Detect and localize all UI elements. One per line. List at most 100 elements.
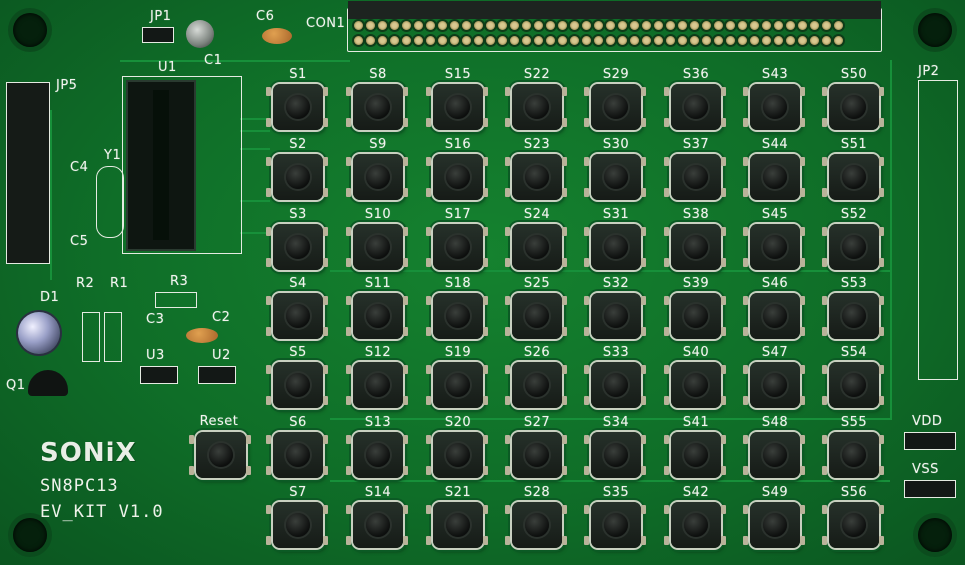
switch-s3[interactable]: S3	[266, 207, 323, 270]
switch-s10[interactable]: S10	[346, 207, 403, 270]
switch-s44[interactable]: S44	[743, 137, 800, 200]
switch-label: S48	[761, 415, 789, 430]
switch-s48[interactable]: S48	[743, 415, 800, 478]
switch-label: S14	[364, 485, 392, 500]
d1-led	[18, 312, 60, 354]
switch-s20[interactable]: S20	[426, 415, 483, 478]
switch-s16[interactable]: S16	[426, 137, 483, 200]
switch-s22[interactable]: S22	[505, 67, 562, 130]
switch-s15[interactable]: S15	[426, 67, 483, 130]
switch-label: S43	[761, 67, 789, 82]
switch-s51[interactable]: S51	[822, 137, 879, 200]
switch-s26[interactable]: S26	[505, 345, 562, 408]
switch-s55[interactable]: S55	[822, 415, 879, 478]
switch-s19[interactable]: S19	[426, 345, 483, 408]
switch-s47[interactable]: S47	[743, 345, 800, 408]
con1-header	[347, 1, 882, 52]
switch-s27[interactable]: S27	[505, 415, 562, 478]
switch-s40[interactable]: S40	[664, 345, 721, 408]
switch-label: S40	[682, 345, 710, 360]
switch-label: S36	[682, 67, 710, 82]
switch-label: S10	[364, 207, 392, 222]
switch-s11[interactable]: S11	[346, 276, 403, 339]
switch-s5[interactable]: S5	[266, 345, 323, 408]
switch-s7[interactable]: S7	[266, 485, 323, 548]
reset-label: Reset	[199, 414, 239, 429]
switch-s35[interactable]: S35	[584, 485, 641, 548]
switch-s42[interactable]: S42	[664, 485, 721, 548]
switch-s33[interactable]: S33	[584, 345, 641, 408]
switch-cap	[286, 443, 310, 467]
switch-cap	[366, 373, 390, 397]
switch-s24[interactable]: S24	[505, 207, 562, 270]
c2-capacitor	[186, 328, 218, 343]
switch-cap	[684, 513, 708, 537]
switch-s46[interactable]: S46	[743, 276, 800, 339]
switch-s36[interactable]: S36	[664, 67, 721, 130]
vdd-header[interactable]	[904, 432, 956, 450]
switch-s25[interactable]: S25	[505, 276, 562, 339]
switch-label: S45	[761, 207, 789, 222]
switch-s34[interactable]: S34	[584, 415, 641, 478]
r3-label: R3	[170, 274, 189, 289]
switch-s14[interactable]: S14	[346, 485, 403, 548]
switch-cap	[604, 304, 628, 328]
switch-label: S21	[444, 485, 472, 500]
switch-label: S26	[523, 345, 551, 360]
switch-cap	[763, 165, 787, 189]
switch-s52[interactable]: S52	[822, 207, 879, 270]
switch-s13[interactable]: S13	[346, 415, 403, 478]
switch-s12[interactable]: S12	[346, 345, 403, 408]
switch-s9[interactable]: S9	[346, 137, 403, 200]
y1-label: Y1	[104, 148, 122, 163]
switch-s18[interactable]: S18	[426, 276, 483, 339]
switch-s32[interactable]: S32	[584, 276, 641, 339]
switch-cap	[604, 513, 628, 537]
mounting-hole	[918, 518, 952, 552]
switch-s56[interactable]: S56	[822, 485, 879, 548]
switch-label: S44	[761, 137, 789, 152]
switch-cap	[842, 95, 866, 119]
switch-label: S28	[523, 485, 551, 500]
switch-label: S9	[369, 137, 387, 152]
switch-cap	[446, 443, 470, 467]
switch-s39[interactable]: S39	[664, 276, 721, 339]
switch-s54[interactable]: S54	[822, 345, 879, 408]
u1-ic-socket	[126, 80, 196, 251]
switch-s2[interactable]: S2	[266, 137, 323, 200]
switch-s43[interactable]: S43	[743, 67, 800, 130]
switch-s4[interactable]: S4	[266, 276, 323, 339]
switch-s23[interactable]: S23	[505, 137, 562, 200]
switch-s6[interactable]: S6	[266, 415, 323, 478]
switch-s38[interactable]: S38	[664, 207, 721, 270]
model-label: SN8PC13	[40, 476, 119, 496]
switch-s21[interactable]: S21	[426, 485, 483, 548]
switch-s29[interactable]: S29	[584, 67, 641, 130]
switch-cap	[525, 513, 549, 537]
switch-s50[interactable]: S50	[822, 67, 879, 130]
switch-label: S27	[523, 415, 551, 430]
switch-label: S34	[602, 415, 630, 430]
switch-cap	[286, 513, 310, 537]
switch-s17[interactable]: S17	[426, 207, 483, 270]
switch-s31[interactable]: S31	[584, 207, 641, 270]
switch-s41[interactable]: S41	[664, 415, 721, 478]
switch-label: S56	[840, 485, 868, 500]
switch-label: S49	[761, 485, 789, 500]
switch-s1[interactable]: S1	[266, 67, 323, 130]
switch-s53[interactable]: S53	[822, 276, 879, 339]
switch-s30[interactable]: S30	[584, 137, 641, 200]
switch-label: S47	[761, 345, 789, 360]
switch-s49[interactable]: S49	[743, 485, 800, 548]
switch-cap	[684, 165, 708, 189]
switch-cap	[604, 95, 628, 119]
switch-s37[interactable]: S37	[664, 137, 721, 200]
vss-header[interactable]	[904, 480, 956, 498]
switch-s28[interactable]: S28	[505, 485, 562, 548]
reset-button[interactable]: Reset	[189, 414, 246, 478]
d1-label: D1	[40, 290, 60, 305]
switch-cap	[446, 304, 470, 328]
switch-s45[interactable]: S45	[743, 207, 800, 270]
switch-cap	[525, 304, 549, 328]
switch-s8[interactable]: S8	[346, 67, 403, 130]
